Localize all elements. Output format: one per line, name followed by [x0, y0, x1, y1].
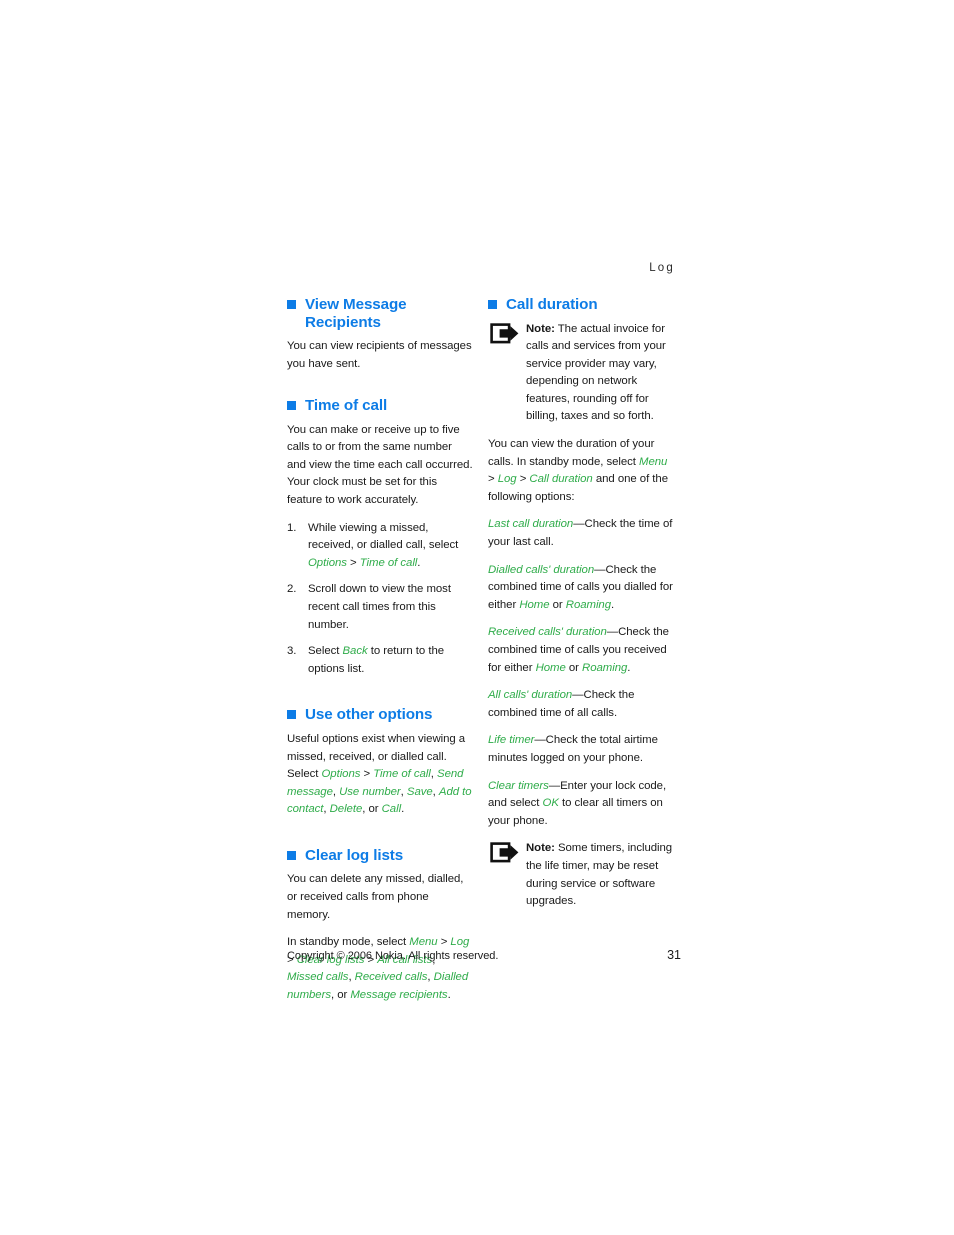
- numbered-steps-list: 1. While viewing a missed, received, or d…: [287, 520, 473, 679]
- note-arrow-icon: [490, 842, 520, 864]
- gui-term: Dialled calls' duration: [488, 563, 595, 576]
- gui-term: All calls' duration: [488, 689, 573, 702]
- gui-term-menu: Menu: [409, 936, 438, 949]
- heading-call-duration: Call duration: [488, 296, 674, 314]
- square-bullet-icon: [287, 710, 296, 720]
- gui-term-home: Home: [519, 598, 550, 611]
- gui-term-save: Save: [406, 785, 433, 798]
- two-column-body: View Message Recipients You can view rec…: [287, 296, 681, 1005]
- gui-term: Clear timers: [488, 779, 549, 792]
- note-box-invoice: Note: The actual invoice for calls and s…: [488, 321, 674, 427]
- manual-page: Log View Message Recipients You can view…: [0, 0, 954, 1235]
- note-label: Note:: [526, 322, 555, 335]
- heading-use-other-options: Use other options: [287, 706, 473, 724]
- section-view-message-recipients: View Message Recipients You can view rec…: [287, 296, 473, 373]
- conjunction: or: [565, 661, 583, 674]
- paragraph: You can make or receive up to five calls…: [287, 423, 473, 507]
- square-bullet-icon: [287, 850, 296, 860]
- gui-term-menu: Menu: [639, 455, 668, 468]
- heading-view-message-recipients: View Message Recipients: [287, 296, 473, 331]
- heading-text: View Message Recipients: [305, 296, 407, 331]
- option-desc-post: .: [627, 661, 631, 674]
- gui-term-log: Log: [450, 936, 470, 949]
- square-bullet-icon: [488, 300, 497, 309]
- list-item: 1. While viewing a missed, received, or d…: [287, 520, 473, 573]
- square-bullet-icon: [287, 401, 296, 411]
- option-last-call-duration: Last call duration—Check the time of you…: [488, 516, 674, 551]
- paragraph: You can delete any missed, dialled, or r…: [287, 873, 464, 921]
- step-text-pre: Scroll down to view the most recent call…: [308, 583, 451, 631]
- right-column: Call duration Note: The actual invoice f…: [488, 296, 674, 1005]
- step-text-pre: Select: [308, 645, 343, 658]
- gui-term-received-calls: Received calls: [354, 971, 428, 984]
- section-call-duration: Call duration Note: The actual invoice f…: [488, 296, 674, 911]
- intro-pre: You can view the duration of your calls.…: [488, 438, 655, 468]
- section-use-other-options: Use other options Useful options exist w…: [287, 706, 473, 818]
- gui-term-missed-calls: Missed calls: [287, 971, 349, 984]
- step-text-post: .: [417, 556, 421, 569]
- option-clear-timers: Clear timers—Enter your lock code, and s…: [488, 778, 674, 831]
- note-body: The actual invoice for calls and service…: [526, 322, 666, 423]
- option-desc-post: .: [611, 598, 615, 611]
- heading-clear-log-lists: Clear log lists: [287, 847, 473, 865]
- copyright-notice: Copyright © 2006 Nokia. All rights reser…: [287, 950, 499, 962]
- running-header: Log: [649, 262, 675, 274]
- note-label: Note:: [526, 842, 555, 855]
- note-box-timers: Note: Some timers, including the life ti…: [488, 840, 674, 910]
- option-dialled-calls-duration: Dialled calls' duration—Check the combin…: [488, 562, 674, 615]
- separator: >: [488, 473, 498, 486]
- heading-text: Time of call: [305, 397, 388, 415]
- gui-term: Time of call: [359, 556, 418, 569]
- left-column: View Message Recipients You can view rec…: [287, 296, 473, 1005]
- paragraph-menu-path: In standby mode, select Menu > Log > Cle…: [287, 936, 470, 1001]
- separator: >: [516, 473, 530, 486]
- gui-term: Life timer: [488, 734, 535, 747]
- note-arrow-icon: [490, 322, 520, 345]
- step-number: 2.: [287, 583, 297, 596]
- step-number: 1.: [287, 521, 297, 534]
- gui-term-options: Options: [321, 768, 361, 781]
- gui-term-message-recipients: Message recipients: [350, 988, 448, 1001]
- conjunction: or: [549, 598, 566, 611]
- square-bullet-icon: [287, 300, 296, 309]
- note-text: Note: The actual invoice for calls and s…: [526, 321, 674, 427]
- step-text-pre: While viewing a missed, received, or dia…: [308, 521, 459, 552]
- page-number: 31: [667, 948, 681, 962]
- gui-term: Options: [308, 556, 347, 569]
- gui-term-call-duration: Call duration: [529, 473, 593, 486]
- gui-term-call: Call: [381, 803, 402, 816]
- heading-text: Call duration: [506, 296, 598, 313]
- step-number: 3.: [287, 645, 297, 658]
- section-clear-log-lists: Clear log lists You can delete any misse…: [287, 847, 473, 1005]
- list-item: 3. Select Back to return to the options l…: [287, 643, 473, 678]
- gui-term-ok: OK: [542, 797, 559, 810]
- note-text: Note: Some timers, including the life ti…: [526, 840, 674, 910]
- paragraph-call-duration-intro: You can view the duration of your calls.…: [488, 436, 674, 506]
- option-all-calls-duration: All calls' duration—Check the combined t…: [488, 687, 674, 722]
- gui-term-delete: Delete: [329, 803, 363, 816]
- gui-term-roaming: Roaming: [565, 598, 612, 611]
- paragraph: You can view recipients of messages you …: [287, 340, 472, 370]
- heading-text: Use other options: [305, 706, 433, 724]
- heading-text: Clear log lists: [305, 846, 404, 864]
- gui-term: Received calls' duration: [488, 626, 607, 639]
- page-footer: Copyright © 2006 Nokia. All rights reser…: [287, 948, 681, 962]
- list-item: 2. Scroll down to view the most recent ca…: [287, 581, 473, 634]
- paragraph-options-path: Useful options exist when viewing a miss…: [287, 732, 472, 816]
- section-time-of-call: Time of call You can make or receive up …: [287, 397, 473, 678]
- gui-term-use-number: Use number: [339, 785, 401, 798]
- gui-term: Last call duration: [488, 518, 574, 531]
- gui-term-time-of-call: Time of call: [373, 768, 431, 781]
- option-life-timer: Life timer—Check the total airtime minut…: [488, 732, 674, 767]
- heading-time-of-call: Time of call: [287, 397, 473, 415]
- gui-term: Back: [342, 645, 368, 658]
- gui-term-home: Home: [535, 661, 566, 674]
- gui-term-roaming: Roaming: [582, 661, 628, 674]
- intro-text: In standby mode, select: [287, 936, 410, 949]
- separator: >: [346, 556, 360, 569]
- gui-term-log: Log: [497, 473, 517, 486]
- option-received-calls-duration: Received calls' duration—Check the combi…: [488, 624, 674, 677]
